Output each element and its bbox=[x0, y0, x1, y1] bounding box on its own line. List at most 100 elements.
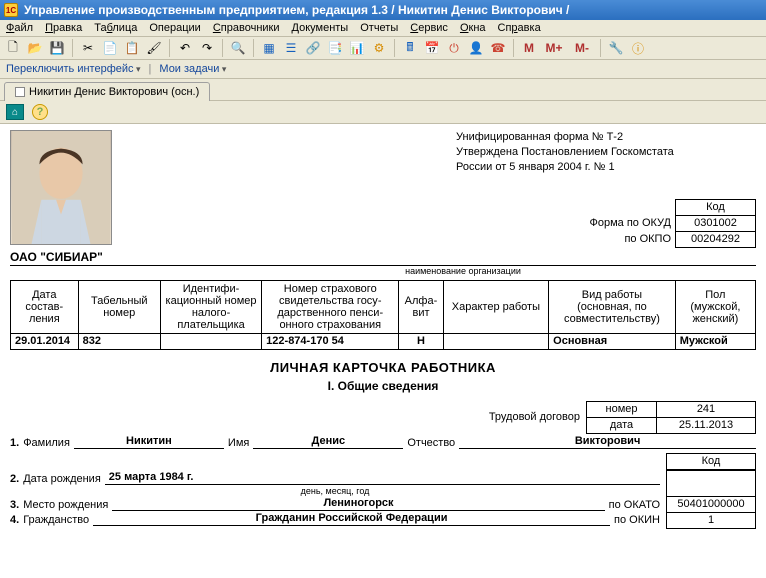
okud-value: 0301002 bbox=[676, 215, 756, 231]
row-num: 1. bbox=[10, 437, 19, 449]
val-inn bbox=[160, 333, 261, 349]
okato-value: 50401000000 bbox=[667, 496, 756, 512]
menu-table[interactable]: Таблица bbox=[94, 22, 137, 34]
patronymic-value: Викторович bbox=[459, 435, 756, 449]
save-icon[interactable]: 💾 bbox=[48, 39, 66, 57]
sum-mm-button[interactable]: М- bbox=[570, 39, 594, 57]
organization-name: ОАО "СИБИАР" bbox=[10, 250, 756, 266]
menu-refs[interactable]: Справочники bbox=[213, 22, 280, 34]
links-icon[interactable]: 🔗 bbox=[304, 39, 322, 57]
copy-icon[interactable]: 📄 bbox=[101, 39, 119, 57]
menu-reports[interactable]: Отчеты bbox=[360, 22, 398, 34]
sum-m-button[interactable]: М bbox=[520, 39, 538, 57]
open-icon[interactable]: 📂 bbox=[26, 39, 44, 57]
doc-icon[interactable]: 📑 bbox=[326, 39, 344, 57]
tab-employee-card[interactable]: Никитин Денис Викторович (осн.) bbox=[4, 82, 210, 101]
contract-num-label: номер bbox=[587, 401, 657, 417]
val-worktype bbox=[443, 333, 549, 349]
name-label: Имя bbox=[228, 437, 249, 449]
document-tabs: Никитин Денис Викторович (осн.) bbox=[0, 79, 766, 101]
report-icon[interactable]: 📊 bbox=[348, 39, 366, 57]
col-inn: Идентифи­кационный номер налого­плательщ… bbox=[160, 280, 261, 333]
form-stamp: Унифицированная форма № Т-2 Утверждена П… bbox=[456, 130, 756, 175]
val-date: 29.01.2014 bbox=[11, 333, 79, 349]
wrench-icon[interactable]: 🔧 bbox=[607, 39, 625, 57]
col-snils: Номер страхового свидетельства госу­дарс… bbox=[262, 280, 399, 333]
contract-num: 241 bbox=[657, 401, 756, 417]
okud-label: Форма по ОКУД bbox=[506, 215, 676, 231]
user-icon[interactable]: 👤 bbox=[467, 39, 485, 57]
side-code-header: Код bbox=[666, 453, 756, 470]
okin-label: по ОКИН bbox=[614, 514, 660, 526]
surname-label: Фамилия bbox=[23, 437, 70, 449]
redo-icon[interactable]: ↷ bbox=[198, 39, 216, 57]
organization-caption: наименование организации bbox=[170, 266, 756, 276]
calc-icon[interactable]: 🖩 bbox=[401, 39, 419, 57]
book-icon[interactable]: ☎ bbox=[489, 39, 507, 57]
person-placeholder-icon bbox=[11, 131, 111, 244]
switch-interface-button[interactable]: Переключить интерфейс bbox=[6, 63, 141, 75]
pob-value: Лениногорск bbox=[112, 497, 604, 511]
new-icon[interactable]: 🗋 bbox=[4, 39, 22, 57]
menu-edit[interactable]: Правка bbox=[45, 22, 82, 34]
separator-icon bbox=[253, 39, 254, 57]
contract-table: номер 241 дата 25.11.2013 bbox=[586, 401, 756, 434]
val-workkind: Основная bbox=[549, 333, 676, 349]
menu-docs[interactable]: Документы bbox=[292, 22, 349, 34]
citizenship-label: Гражданство bbox=[23, 514, 89, 526]
document-toolbar: ⌂ ? bbox=[0, 101, 766, 124]
header-grid: Дата состав­ления Табельный номер Иденти… bbox=[10, 280, 756, 350]
menu-help[interactable]: Справка bbox=[498, 22, 541, 34]
okpo-value: 00204292 bbox=[676, 231, 756, 247]
gear-icon[interactable]: ⚙ bbox=[370, 39, 388, 57]
help-icon[interactable]: ⓘ bbox=[629, 39, 647, 57]
val-sex: Мужской bbox=[675, 333, 755, 349]
grid-icon[interactable]: ▦ bbox=[260, 39, 278, 57]
my-tasks-button[interactable]: Мои задачи bbox=[159, 63, 226, 75]
stamp-line: Унифицированная форма № Т-2 bbox=[456, 130, 756, 145]
section-title: I. Общие сведения bbox=[10, 379, 756, 393]
contract-label: Трудовой договор bbox=[489, 411, 580, 423]
list-icon[interactable]: ☰ bbox=[282, 39, 300, 57]
citizenship-value: Гражданин Российской Федерации bbox=[93, 512, 610, 526]
main-menu: Фdocument.currentScript.previousElementS… bbox=[0, 20, 766, 37]
mail-icon[interactable]: ⏻ bbox=[445, 39, 463, 57]
brush-icon[interactable]: 🖌 bbox=[145, 39, 163, 57]
surname-value: Никитин bbox=[74, 435, 224, 449]
cut-icon[interactable]: ✂ bbox=[79, 39, 97, 57]
app-logo-icon: 1C bbox=[4, 3, 18, 17]
find-icon[interactable]: 🔍 bbox=[229, 39, 247, 57]
sum-mp-button[interactable]: М+ bbox=[542, 39, 566, 57]
menu-ops[interactable]: Операции bbox=[149, 22, 200, 34]
col-alpha: Алфа­вит bbox=[399, 280, 443, 333]
separator-icon bbox=[394, 39, 395, 57]
menu-file[interactable]: Фdocument.currentScript.previousElementS… bbox=[6, 22, 33, 34]
undo-icon[interactable]: ↶ bbox=[176, 39, 194, 57]
patronymic-label: Отчество bbox=[407, 437, 455, 449]
code-header: Код bbox=[676, 199, 756, 215]
col-sex: Пол (мужской, женский) bbox=[675, 280, 755, 333]
col-workkind: Вид работы (основная, по совместительств… bbox=[549, 280, 676, 333]
paste-icon[interactable]: 📋 bbox=[123, 39, 141, 57]
cal-icon[interactable]: 📅 bbox=[423, 39, 441, 57]
question-icon[interactable]: ? bbox=[32, 104, 48, 120]
separator-icon bbox=[513, 39, 514, 57]
okin-value: 1 bbox=[667, 512, 756, 528]
employee-photo bbox=[10, 130, 112, 245]
tab-label: Никитин Денис Викторович (осн.) bbox=[29, 86, 199, 98]
home-icon[interactable]: ⌂ bbox=[6, 104, 24, 120]
separator-icon bbox=[600, 39, 601, 57]
col-date: Дата состав­ления bbox=[11, 280, 79, 333]
pob-label: Место рождения bbox=[23, 499, 108, 511]
val-alpha: Н bbox=[399, 333, 443, 349]
menu-windows[interactable]: Окна bbox=[460, 22, 486, 34]
separator-icon bbox=[72, 39, 73, 57]
dob-caption: день, месяц, год bbox=[10, 486, 660, 496]
val-tabno: 832 bbox=[78, 333, 160, 349]
main-toolbar: 🗋 📂 💾 ✂ 📄 📋 🖌 ↶ ↷ 🔍 ▦ ☰ 🔗 📑 📊 ⚙ 🖩 📅 ⏻ 👤 … bbox=[0, 37, 766, 60]
separator-icon bbox=[222, 39, 223, 57]
col-tabno: Табельный номер bbox=[78, 280, 160, 333]
code-header: Код bbox=[667, 453, 756, 469]
menu-service[interactable]: Сервис bbox=[410, 22, 448, 34]
stamp-line: России от 5 января 2004 г. № 1 bbox=[456, 160, 756, 175]
